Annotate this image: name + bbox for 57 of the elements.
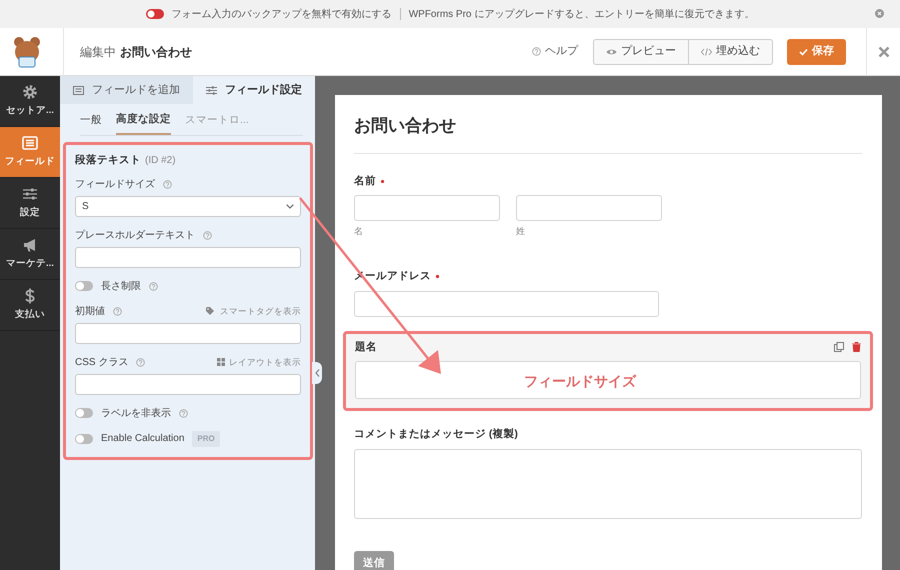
toggle-switch[interactable] (75, 408, 93, 418)
setting-label: Enable Calculation (101, 432, 184, 446)
megaphone-icon (22, 236, 38, 253)
grid-icon (217, 358, 225, 366)
field-id: (ID #2) (145, 154, 176, 168)
eye-icon (606, 48, 617, 56)
input-field[interactable] (75, 374, 301, 394)
embed-button[interactable]: 埋め込む (689, 38, 773, 64)
sliders-icon (22, 186, 38, 202)
textarea-field[interactable] (354, 449, 862, 519)
subtab[interactable]: 一般 (80, 108, 102, 135)
notice-text: WPForms Pro にアップグレードすると、エントリーを簡単に復元できます。 (408, 8, 754, 22)
setting-label: CSS クラス (75, 356, 128, 370)
setting-label: ラベルを非表示 (101, 406, 171, 420)
field-label: コメントまたはメッセージ (複製) (354, 427, 518, 442)
pro-badge: PRO (192, 430, 220, 446)
list-icon (22, 134, 38, 151)
check-icon (799, 48, 808, 56)
input-field[interactable] (354, 290, 659, 316)
gear-icon (22, 84, 38, 100)
preview-button[interactable]: プレビュー (593, 38, 689, 64)
code-icon (701, 48, 712, 56)
setting-label: プレースホルダーテキスト (75, 228, 195, 242)
close-icon[interactable] (878, 46, 890, 58)
toggle-switch[interactable] (75, 281, 93, 291)
annotation-text: フィールドサイズ (524, 372, 636, 392)
sliders-icon (206, 86, 217, 94)
select-field[interactable]: S (75, 196, 301, 216)
editing-label: 編集中 (80, 44, 116, 60)
help-icon (532, 47, 541, 56)
toggle-switch[interactable] (75, 434, 93, 444)
panel-tab[interactable]: フィールドを追加 (60, 76, 193, 104)
setting-label: 初期値 (75, 304, 105, 318)
close-icon[interactable] (875, 9, 884, 18)
form-name: お問い合わせ (120, 44, 192, 60)
field-label: 題名 (355, 340, 377, 354)
help-button[interactable]: ヘルプ (531, 42, 579, 61)
trash-icon[interactable] (852, 342, 861, 352)
sublabel: 姓 (516, 225, 526, 238)
input-field[interactable] (75, 246, 301, 268)
setting-label: 長さ制限 (101, 280, 141, 294)
setting-label: フィールドサイズ (75, 178, 155, 192)
input-field[interactable] (75, 322, 301, 344)
input-field[interactable] (354, 195, 500, 222)
form-title: お問い合わせ (354, 113, 862, 154)
list-icon (73, 86, 84, 94)
subtab[interactable]: 高度な設定 (116, 108, 171, 135)
toggle-icon[interactable] (146, 9, 164, 19)
copy-icon[interactable] (834, 342, 844, 352)
tag-icon (206, 307, 216, 315)
field-type-title: 段落テキスト (75, 152, 141, 168)
input-field[interactable] (516, 195, 662, 222)
notice-text: フォーム入力のバックアップを無料で有効にする (172, 8, 392, 22)
collapse-handle[interactable] (312, 362, 322, 384)
field-label: 名前 (354, 174, 376, 188)
chevron-icon (286, 204, 294, 208)
sublabel: 名 (354, 225, 364, 238)
